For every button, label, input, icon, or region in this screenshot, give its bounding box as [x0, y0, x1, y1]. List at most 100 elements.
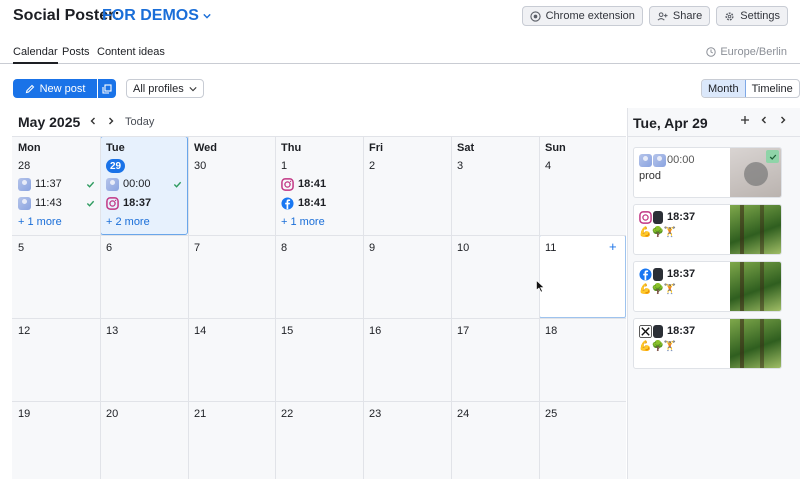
- post-card-text: prod: [639, 170, 662, 182]
- timeline-view-button[interactable]: Timeline: [746, 80, 799, 97]
- day-number: 23: [369, 408, 382, 420]
- post-card-text: 💪🌳🏋: [639, 284, 677, 295]
- project-selector[interactable]: FOR DEMOS: [102, 7, 211, 25]
- settings-button[interactable]: Settings: [716, 6, 788, 26]
- post-card[interactable]: 18:37 💪🌳🏋: [633, 318, 782, 369]
- day-number: 9: [369, 242, 376, 254]
- instagram-icon: [281, 177, 294, 191]
- calendar-post[interactable]: 11:43: [18, 196, 62, 210]
- post-time: 11:43: [35, 197, 62, 209]
- day-number: 11: [545, 242, 557, 254]
- tab-calendar[interactable]: Calendar: [13, 46, 58, 64]
- tab-posts[interactable]: Posts: [62, 46, 90, 62]
- month-view-button[interactable]: Month: [702, 80, 746, 97]
- timezone-label: Europe/Berlin: [720, 46, 787, 58]
- day-number: 21: [194, 408, 207, 420]
- day-number: 10: [457, 242, 470, 254]
- chrome-icon: [529, 10, 541, 22]
- calendar-post[interactable]: 18:41: [281, 177, 326, 191]
- pencil-icon: [25, 84, 34, 93]
- chevron-left-icon[interactable]: [759, 115, 769, 125]
- day-number: 1: [281, 160, 288, 172]
- share-button[interactable]: Share: [648, 6, 711, 26]
- day-number: 4: [545, 160, 552, 172]
- top-bar: Social Poster: FOR DEMOS Chrome extensio…: [0, 0, 800, 34]
- post-card-time: 18:37: [667, 211, 696, 223]
- weekday-sat: Sat: [457, 142, 475, 154]
- post-time: 18:41: [298, 178, 327, 190]
- post-time: 11:37: [35, 178, 62, 190]
- profiles-select[interactable]: All profiles: [126, 79, 204, 98]
- day-number: 25: [545, 408, 558, 420]
- day-number: 15: [281, 325, 294, 337]
- profile-avatar: [653, 154, 666, 167]
- calendar-post[interactable]: 18:41: [281, 196, 326, 210]
- chevron-down-icon: [189, 86, 197, 91]
- check-icon: [86, 181, 95, 188]
- user-avatar: [653, 325, 663, 338]
- weekday-thu: Thu: [281, 142, 302, 154]
- post-card-time: 18:37: [667, 268, 696, 280]
- post-card-time: 18:37: [667, 325, 696, 337]
- more-posts-link[interactable]: + 1 more: [281, 216, 325, 228]
- day-number: 24: [457, 408, 470, 420]
- chevron-right-icon[interactable]: [106, 116, 116, 126]
- calendar-post[interactable]: 00:00: [106, 177, 151, 191]
- chevron-right-icon[interactable]: [778, 115, 788, 125]
- add-user-icon: [657, 11, 668, 21]
- post-card[interactable]: 18:37 💪🌳🏋: [633, 204, 782, 255]
- post-card[interactable]: 18:37 💪🌳🏋: [633, 261, 782, 312]
- day-number: 19: [18, 408, 31, 420]
- day-number: 6: [106, 242, 113, 254]
- calendar-post[interactable]: 11:37: [18, 177, 62, 191]
- day-number: 30: [194, 160, 207, 172]
- mouse-cursor-icon: [536, 280, 545, 293]
- instagram-icon: [106, 196, 119, 210]
- day-number: 12: [18, 325, 31, 337]
- plus-icon[interactable]: [740, 115, 750, 125]
- today-button[interactable]: Today: [125, 116, 154, 128]
- day-detail-panel: Tue, Apr 29 00:00 prod 18:37 💪🌳🏋 18:37 💪…: [627, 108, 800, 479]
- chrome-extension-button[interactable]: Chrome extension: [521, 6, 643, 26]
- facebook-icon: [281, 196, 294, 210]
- check-icon: [86, 200, 95, 207]
- day-number: 2: [369, 160, 376, 172]
- clock-icon: [706, 47, 717, 57]
- settings-label: Settings: [740, 10, 780, 22]
- new-post-button[interactable]: New post: [13, 79, 97, 98]
- profiles-value: All profiles: [133, 82, 184, 95]
- timezone[interactable]: Europe/Berlin: [706, 46, 787, 58]
- today-badge: 29: [106, 159, 125, 173]
- post-time: 18:41: [298, 197, 327, 209]
- project-name: FOR DEMOS: [102, 7, 199, 24]
- more-posts-link[interactable]: + 1 more: [18, 216, 62, 228]
- post-card-text: 💪🌳🏋: [639, 227, 677, 238]
- more-posts-link[interactable]: + 2 more: [106, 216, 150, 228]
- post-thumbnail: [730, 319, 781, 368]
- day-number: 16: [369, 325, 382, 337]
- add-post-icon[interactable]: +: [609, 239, 617, 254]
- profile-avatar: [639, 154, 652, 167]
- duplicate-post-button[interactable]: [98, 79, 116, 98]
- day-number: 14: [194, 325, 207, 337]
- calendar-post[interactable]: 18:37: [106, 196, 151, 210]
- post-card-text: 💪🌳🏋: [639, 341, 677, 352]
- day-number: 8: [281, 242, 288, 254]
- tab-content-ideas[interactable]: Content ideas: [97, 46, 165, 62]
- month-title: May 2025: [18, 114, 81, 130]
- published-badge: [766, 150, 779, 163]
- day-number: 3: [457, 160, 464, 172]
- check-icon: [173, 181, 182, 188]
- weekday-fri: Fri: [369, 142, 384, 154]
- chevron-left-icon[interactable]: [88, 116, 98, 126]
- chevron-down-icon: [203, 13, 211, 19]
- new-post-label: New post: [39, 82, 86, 95]
- copy-icon: [102, 83, 112, 94]
- weekday-sun: Sun: [545, 142, 566, 154]
- profile-avatar: [18, 196, 31, 210]
- check-icon: [769, 154, 776, 160]
- post-thumbnail: [730, 262, 781, 311]
- post-time: 00:00: [123, 178, 151, 190]
- post-card[interactable]: 00:00 prod: [633, 147, 782, 198]
- instagram-icon: [639, 211, 652, 224]
